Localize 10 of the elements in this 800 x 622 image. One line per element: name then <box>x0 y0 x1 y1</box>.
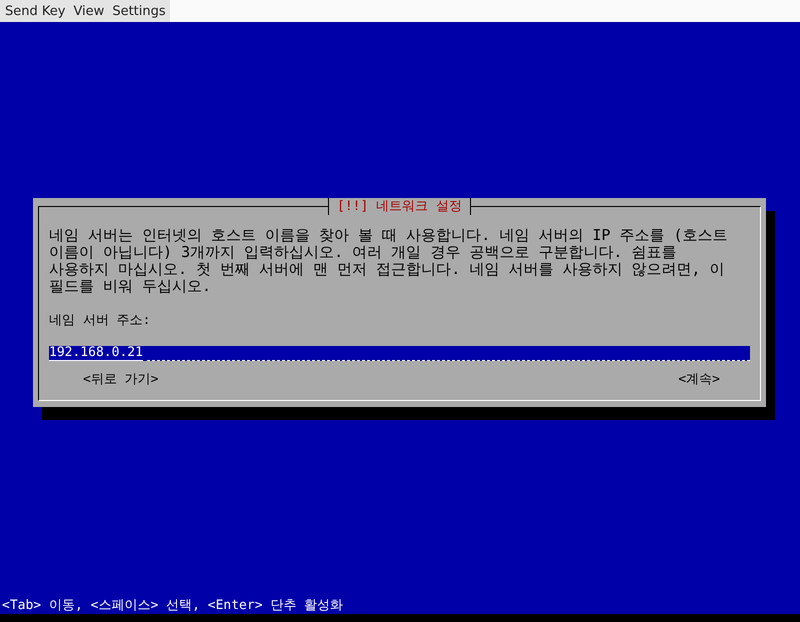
dialog-button[interactable]: <뒤로 가기> <box>83 371 158 388</box>
input-field[interactable]: 192.168.0.21 <box>49 346 750 361</box>
field-label: 네임 서버 주소: <box>49 312 152 329</box>
description-text: 네임 서버는 인터넷의 호스트 이름을 찾아 볼 때 사용합니다. 네임 서버의 IP 주소를 (호스트 이름이 아닙니다) 3개까지 입력하십시오. 여러 개일 경우 공백으로 구분합니다. 쉼표를 사용하지 마십시오. 첫 번째 서버에 맨 먼저 접근합니다. 네임 서버를 사용하지 않으려면, 이 필드를 비워 두십시오. <box>49 227 729 295</box>
menu-item[interactable]: Settings <box>112 4 166 18</box>
status-text: <Tab> 이동, <스페이스> 선택, <Enter> 단추 활성화 <box>1 598 344 614</box>
menu-item[interactable]: View <box>73 4 104 18</box>
dialog-button[interactable]: <계속> <box>678 371 720 388</box>
dialog-title: [!!] 네트워크 설정 <box>328 198 471 215</box>
menu-item[interactable]: Send Key <box>5 4 66 18</box>
